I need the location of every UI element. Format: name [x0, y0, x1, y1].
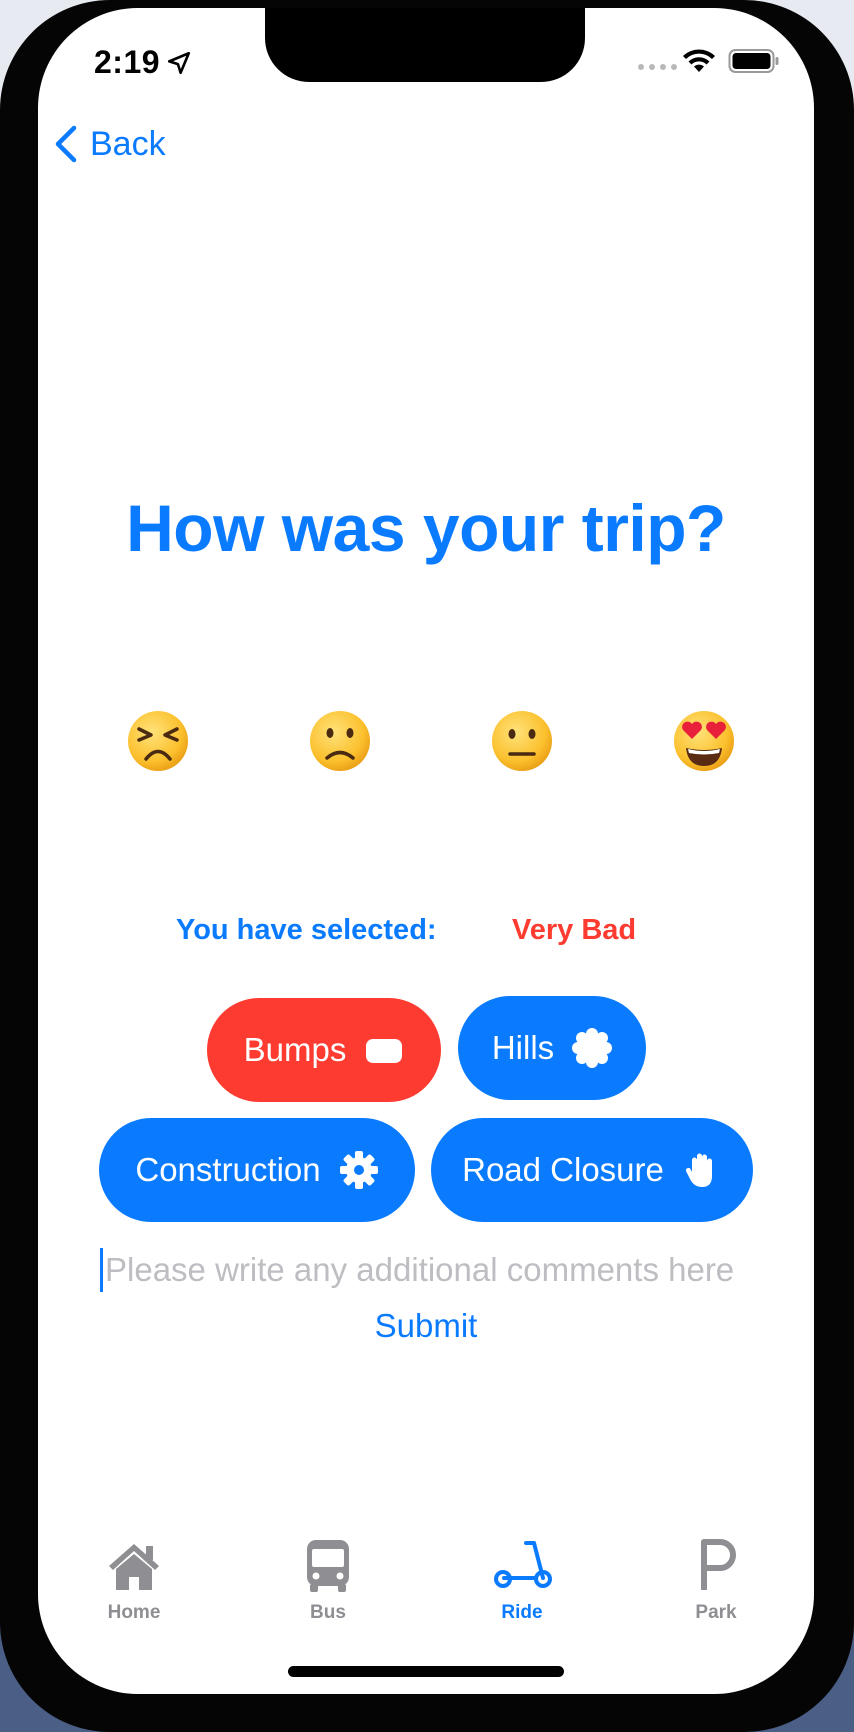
- tab-label: Ride: [501, 1602, 543, 1623]
- cog-badge-icon: [572, 1028, 613, 1068]
- neutral-face-icon[interactable]: [490, 708, 554, 774]
- love-face-icon[interactable]: [672, 708, 736, 774]
- very-bad-face-icon[interactable]: [126, 708, 190, 774]
- chevron-left-icon: [55, 125, 77, 163]
- app-screen: 2:19 Back How was your trip? You have se…: [38, 8, 814, 1694]
- issue-chip-label: Hills: [491, 1029, 555, 1066]
- issue-chip-label: Bumps: [243, 1031, 347, 1068]
- submit-button[interactable]: Submit: [38, 1307, 814, 1345]
- tab-label: Bus: [310, 1602, 346, 1623]
- scooter-icon: [494, 1541, 552, 1588]
- pill-icon: [366, 1039, 403, 1063]
- comment-field[interactable]: [100, 1246, 760, 1294]
- issue-chip-label: Road Closure: [462, 1151, 664, 1188]
- back-button[interactable]: Back: [52, 124, 166, 164]
- gear-icon: [339, 1151, 378, 1189]
- home-indicator[interactable]: [288, 1666, 564, 1677]
- tab-park[interactable]: Park: [656, 1538, 776, 1624]
- tab-label: Park: [695, 1602, 737, 1623]
- tab-label: Home: [107, 1602, 161, 1623]
- comment-input[interactable]: [103, 1251, 753, 1289]
- issue-chip-construction[interactable]: Construction: [99, 1118, 415, 1222]
- selection-label: You have selected:: [176, 914, 437, 946]
- wifi-icon: [683, 49, 715, 72]
- location-arrow-icon: [167, 51, 191, 75]
- page-title: How was your trip?: [126, 491, 726, 565]
- issue-chip-label: Construction: [135, 1151, 321, 1188]
- tab-bus[interactable]: Bus: [268, 1538, 388, 1624]
- status-time: 2:19: [94, 44, 161, 80]
- cellular-signal-icon: [638, 64, 677, 70]
- house-icon: [109, 1544, 159, 1590]
- battery-icon: [728, 49, 779, 73]
- tab-home[interactable]: Home: [74, 1538, 194, 1624]
- tab-ride[interactable]: Ride: [462, 1538, 582, 1624]
- back-label: Back: [90, 124, 166, 163]
- issue-chip-hills[interactable]: Hills: [458, 996, 646, 1100]
- hand-raised-icon: [685, 1153, 712, 1187]
- bus-icon: [307, 1540, 349, 1592]
- issue-chip-bumps[interactable]: Bumps: [207, 998, 441, 1102]
- selection-value: Very Bad: [512, 914, 637, 946]
- bad-face-icon[interactable]: [308, 708, 372, 774]
- issue-chip-road-closure[interactable]: Road Closure: [431, 1118, 753, 1222]
- notch: [265, 8, 585, 82]
- parking-icon: [701, 1539, 736, 1590]
- phone-frame: 2:19 Back How was your trip? You have se…: [0, 0, 854, 1732]
